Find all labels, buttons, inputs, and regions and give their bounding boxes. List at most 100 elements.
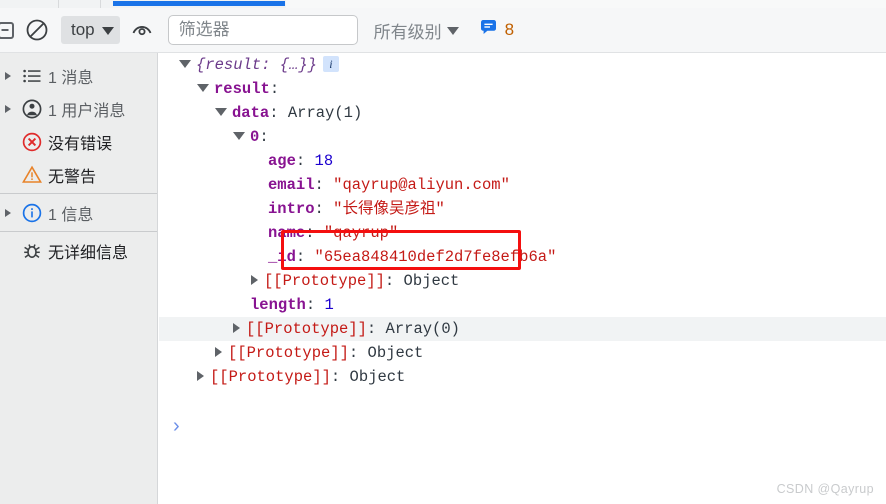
tree-key: [[Prototype]] [210,368,331,386]
watermark-label: CSDN @Qayrup [776,482,874,496]
tree-space [340,368,349,386]
info-badge-icon[interactable]: i [322,55,339,72]
tree-row[interactable]: data: Array(1) [159,101,886,125]
object-inspector-tree[interactable]: {result: {…}} i result: data: Array(1) 0: age… [159,53,886,389]
issues-counter[interactable]: 8 [479,18,514,42]
chevron-right-icon[interactable] [0,71,16,80]
sidebar-item-label: 1 用户消息 [48,102,126,120]
sidebar-item-user-messages[interactable]: 1 用户消息 [0,92,157,125]
tree-key: age [268,152,296,170]
chevron-down-icon[interactable] [179,59,191,68]
sidebar-item-errors[interactable]: 没有错误 [0,125,157,158]
tree-key: [[Prototype]] [264,272,385,290]
tree-row[interactable]: [[Prototype]]: Object [159,269,886,293]
chevron-right-icon[interactable] [233,323,240,334]
tree-value: 1 [324,296,334,314]
console-filter-input[interactable] [167,15,358,45]
console-toolbar: top 所有级别 8 [0,8,886,53]
tree-separator: : [384,272,395,290]
dock-panel-icon[interactable] [0,8,17,52]
tree-row[interactable]: [[Prototype]]: Array(0) [159,317,886,341]
chevron-right-icon[interactable] [0,104,16,113]
tree-value: Object [403,272,460,290]
issues-count-label: 8 [504,20,515,39]
console-message-list[interactable]: {result: {…}} i result: data: Array(1) 0: age… [159,53,886,504]
tree-space [376,320,385,338]
tab-divider [58,0,59,8]
tree-separator: : [314,200,324,218]
tree-value: "qayrup@aliyun.com" [333,176,510,194]
sidebar-divider [0,193,157,194]
tree-value: 18 [314,152,334,170]
tree-key: data [232,104,270,122]
log-level-selector[interactable]: 所有级别 [374,18,459,43]
tree-space [394,272,403,290]
tree-separator: : [330,368,341,386]
clear-console-icon[interactable] [17,8,57,52]
tree-separator: : [305,224,315,242]
tree-key: intro [268,200,315,218]
tree-value: Array(0) [385,320,460,338]
sidebar-item-warnings[interactable]: 无警告 [0,158,157,191]
chevron-right-icon[interactable] [251,275,258,286]
chevron-down-icon[interactable] [233,131,245,140]
tree-row[interactable]: intro: "长得像吴彦祖" [159,197,886,221]
chevron-down-icon[interactable] [215,107,227,116]
console-sidebar: 1 消息 1 用户消息 没有错误 无警告 1 信息 无详细信息 [0,53,158,504]
console-prompt[interactable]: › [159,411,886,441]
tree-space [324,176,333,194]
message-list-icon [16,65,48,87]
log-level-label: 所有级别 [373,22,442,42]
chevron-right-icon[interactable] [197,371,204,382]
tab-console-active-indicator[interactable] [113,1,285,6]
sidebar-item-label: 无详细信息 [48,244,129,262]
tree-key: name [268,224,306,242]
tree-key: length [250,296,306,314]
tree-value: Array(1) [287,104,363,122]
sidebar-item-label: 没有错误 [48,135,113,153]
tree-row[interactable]: [[Prototype]]: Object [159,341,886,365]
tree-row[interactable]: age: 18 [159,149,886,173]
sidebar-item-messages[interactable]: 1 消息 [0,59,157,92]
tree-key: _id [268,248,296,266]
tree-row[interactable]: email: "qayrup@aliyun.com" [159,173,886,197]
sidebar-divider [0,231,157,232]
tree-row[interactable]: length: 1 [159,293,886,317]
tree-space [305,152,314,170]
tree-space [279,104,288,122]
tree-separator: : [295,152,306,170]
tree-row[interactable]: [[Prototype]]: Object [159,365,886,389]
tree-row[interactable]: _id: "65ea848410def2d7fe8efb6a" [159,245,886,269]
tree-row[interactable]: {result: {…}} i [159,53,886,77]
tree-row[interactable]: 0: [159,125,886,149]
tree-row[interactable]: result: [159,77,886,101]
tab-strip-background [286,0,886,8]
error-circle-icon [16,131,48,153]
execution-context-label: top [71,20,95,39]
tree-separator: : [295,248,306,266]
issues-speech-bubble-icon [479,18,498,42]
sidebar-item-verbose[interactable]: 无详细信息 [0,234,157,267]
warning-triangle-icon [16,164,48,186]
prompt-chevron-icon: › [173,414,180,437]
object-preview: {result: {…}} [196,56,317,74]
tree-value: "长得像吴彦祖" [333,200,445,218]
chevron-down-icon[interactable] [197,83,209,92]
tree-key: 0 [250,128,260,146]
verbose-bug-icon [16,240,48,262]
chevron-right-icon[interactable] [215,347,222,358]
tree-separator: : [259,128,269,146]
user-message-icon [16,98,48,120]
execution-context-selector[interactable]: top [61,16,120,44]
tree-separator: : [366,320,377,338]
tree-separator: : [269,104,279,122]
chevron-right-icon[interactable] [0,208,16,217]
tree-value: Object [349,368,406,386]
tree-key: [[Prototype]] [246,320,367,338]
tree-key: email [268,176,315,194]
tree-row[interactable]: name: "qayrup" [159,221,886,245]
tree-key: [[Prototype]] [228,344,349,362]
sidebar-item-info[interactable]: 1 信息 [0,196,157,229]
live-expression-eye-icon[interactable] [120,8,164,52]
tree-separator: : [305,296,316,314]
